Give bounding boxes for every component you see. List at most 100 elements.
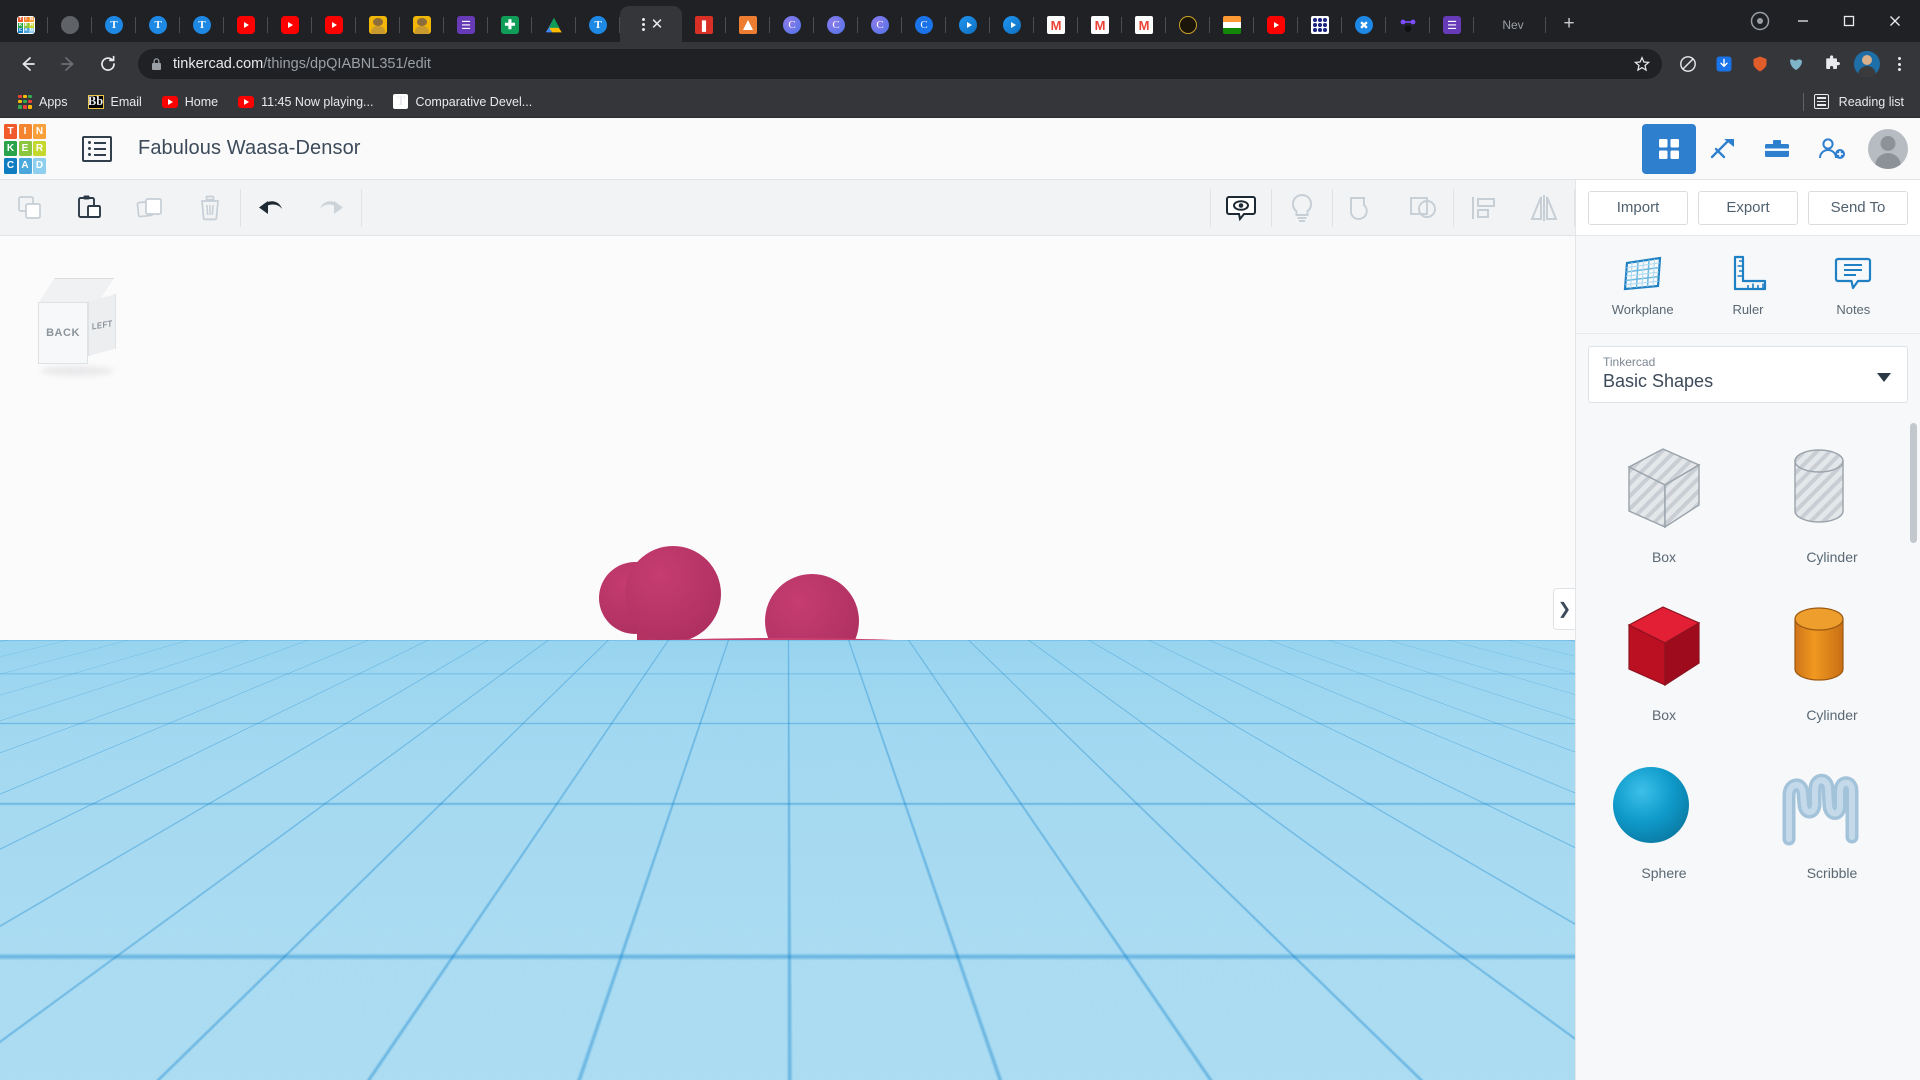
- tab-person-1[interactable]: [356, 8, 400, 42]
- tab-google-drive[interactable]: [532, 8, 576, 42]
- view-cube-back-face[interactable]: BACK: [38, 302, 88, 364]
- shape-box-red[interactable]: Box: [1580, 579, 1748, 729]
- reload-button[interactable]: [92, 48, 124, 80]
- undo-button[interactable]: [241, 180, 301, 236]
- project-menu-icon[interactable]: [82, 136, 112, 162]
- bookmark-comparative-dev[interactable]: T Comparative Devel...: [385, 91, 540, 112]
- browser-profile-avatar[interactable]: [1854, 51, 1880, 77]
- group-button[interactable]: [1333, 180, 1393, 236]
- workplane-tool[interactable]: Workplane: [1598, 253, 1688, 317]
- fit-frame-icon[interactable]: [26, 696, 64, 734]
- import-button[interactable]: Import: [1588, 191, 1688, 225]
- maximize-button[interactable]: [1826, 0, 1872, 42]
- tab-youtube-2[interactable]: [268, 8, 312, 42]
- tab-person-2[interactable]: [400, 8, 444, 42]
- notes-tool[interactable]: Notes: [1808, 253, 1898, 317]
- tab-overflow[interactable]: Nev: [1474, 8, 1546, 42]
- tab-tinkercad-4[interactable]: T: [576, 8, 620, 42]
- bookmark-email[interactable]: Bb Email: [80, 92, 150, 112]
- tab-youtube-3[interactable]: [312, 8, 356, 42]
- tab-menu-icon[interactable]: [638, 9, 648, 39]
- view-cube[interactable]: BACK LEFT: [30, 278, 122, 370]
- shape-box-hole[interactable]: Box: [1580, 421, 1748, 571]
- tab-play-1[interactable]: [946, 8, 990, 42]
- edit-grid-button[interactable]: Edit Grid: [1465, 998, 1557, 1030]
- bookmark-home[interactable]: Home: [154, 92, 226, 112]
- mirror-button[interactable]: [1514, 180, 1574, 236]
- 3d-viewport[interactable]: BACK LEFT: [0, 236, 1575, 1080]
- tab-india-flag[interactable]: [1210, 8, 1254, 42]
- shape-library-select[interactable]: Tinkercad Basic Shapes: [1588, 346, 1908, 403]
- shape-scribble[interactable]: Scribble: [1748, 737, 1916, 887]
- tab-youtube-1[interactable]: [224, 8, 268, 42]
- bookmark-apps[interactable]: Apps: [10, 92, 76, 112]
- close-window-button[interactable]: [1872, 0, 1918, 42]
- tab-gmail-3[interactable]: M: [1122, 8, 1166, 42]
- tab-youtube-4[interactable]: [1254, 8, 1298, 42]
- ruler-tool[interactable]: Ruler: [1703, 253, 1793, 317]
- invite-user-icon[interactable]: [1804, 124, 1858, 174]
- export-button[interactable]: Export: [1698, 191, 1798, 225]
- tab-c-2[interactable]: C: [814, 8, 858, 42]
- avatar[interactable]: [1868, 129, 1908, 169]
- paste-button[interactable]: [60, 180, 120, 236]
- home-icon[interactable]: [26, 646, 64, 684]
- tab-tinkercad-2[interactable]: T: [136, 8, 180, 42]
- tab-green-plus[interactable]: ✚: [488, 8, 532, 42]
- tab-red-app[interactable]: ❚: [682, 8, 726, 42]
- tab-tinkercad-3[interactable]: T: [180, 8, 224, 42]
- delete-button[interactable]: [180, 180, 240, 236]
- shape-cylinder-orange[interactable]: Cylinder: [1748, 579, 1916, 729]
- tab-tinkercad-1[interactable]: T: [92, 8, 136, 42]
- snap-grid-select[interactable]: 1.0 mm: [1456, 1038, 1557, 1070]
- tab-list-purple-2[interactable]: ☰: [1430, 8, 1474, 42]
- show-hide-button[interactable]: [1211, 180, 1271, 236]
- ungroup-button[interactable]: [1393, 180, 1453, 236]
- minus-icon[interactable]: [26, 796, 64, 834]
- send-to-button[interactable]: Send To: [1808, 191, 1908, 225]
- tab-node-graph[interactable]: [1386, 8, 1430, 42]
- block-icon[interactable]: [1673, 49, 1703, 79]
- chrome-search-circle-icon[interactable]: [1740, 0, 1780, 42]
- reading-list-label[interactable]: Reading list: [1839, 95, 1904, 109]
- forward-button[interactable]: [52, 48, 84, 80]
- shape-cylinder-hole[interactable]: Cylinder: [1748, 421, 1916, 571]
- grid-view-icon[interactable]: [1642, 124, 1696, 174]
- tab-gmail-1[interactable]: M: [1034, 8, 1078, 42]
- tools-icon[interactable]: [1696, 124, 1750, 174]
- panel-scrollbar[interactable]: [1910, 423, 1917, 543]
- tab-x-circle[interactable]: ✖: [1342, 8, 1386, 42]
- tab-c-3[interactable]: C: [858, 8, 902, 42]
- cube-arrow-icon[interactable]: [26, 846, 64, 884]
- plus-icon[interactable]: [26, 746, 64, 784]
- tab-c-1[interactable]: C: [770, 8, 814, 42]
- tab-dots-grid[interactable]: [1298, 8, 1342, 42]
- tab-orange-app[interactable]: [726, 8, 770, 42]
- minimize-button[interactable]: [1780, 0, 1826, 42]
- light-button[interactable]: [1272, 180, 1332, 236]
- tab-c-4[interactable]: C: [902, 8, 946, 42]
- tab-active-current[interactable]: ✕: [620, 6, 682, 42]
- new-tab-button[interactable]: +: [1554, 9, 1584, 39]
- close-icon[interactable]: ✕: [648, 15, 666, 33]
- back-button[interactable]: [12, 48, 44, 80]
- tab-gold-emblem[interactable]: [1166, 8, 1210, 42]
- tab-list-purple[interactable]: ☰: [444, 8, 488, 42]
- duplicate-button[interactable]: [120, 180, 180, 236]
- copy-button[interactable]: [0, 180, 60, 236]
- shape-sphere-blue[interactable]: Sphere: [1580, 737, 1748, 887]
- tinkercad-logo[interactable]: T I N K E R C A D: [0, 118, 50, 180]
- star-icon[interactable]: [1634, 56, 1650, 72]
- 3d-model-object[interactable]: [565, 546, 1045, 866]
- bookmark-now-playing[interactable]: 11:45 Now playing...: [230, 92, 381, 112]
- shield-blue-icon[interactable]: [1781, 49, 1811, 79]
- view-cube-left-face[interactable]: LEFT: [88, 294, 116, 356]
- redo-button[interactable]: [301, 180, 361, 236]
- align-button[interactable]: [1454, 180, 1514, 236]
- gallery-icon[interactable]: [1750, 124, 1804, 174]
- puzzle-extensions-icon[interactable]: [1817, 49, 1847, 79]
- address-bar[interactable]: tinkercad.com/things/dpQIABNL351/edit: [138, 49, 1662, 79]
- tab-play-2[interactable]: [990, 8, 1034, 42]
- chrome-menu-icon[interactable]: [1886, 49, 1912, 79]
- tab-gmail-2[interactable]: M: [1078, 8, 1122, 42]
